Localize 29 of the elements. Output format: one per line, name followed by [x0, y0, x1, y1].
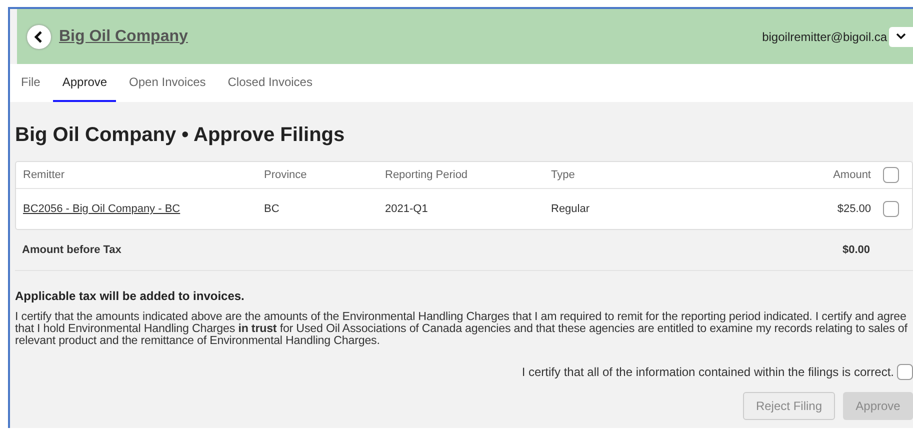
total-amount: $0.00	[841, 244, 870, 256]
select-all-checkbox[interactable]	[883, 167, 899, 183]
column-header: Province	[264, 169, 308, 181]
row-checkbox[interactable]	[883, 201, 899, 217]
company-title-link[interactable]: Big Oil Company	[59, 28, 188, 46]
nav-tab[interactable]: Closed Invoices	[218, 64, 322, 102]
user-email: bigoilremitter@bigoil.ca	[762, 30, 887, 44]
nav-tab[interactable]: File	[12, 64, 50, 102]
confirm-label: I certify that all of the information contained within the filings is correct.	[522, 365, 894, 379]
chevron-left-icon	[34, 30, 44, 42]
remitter-link[interactable]: BC2056 - Big Oil Company - BC	[23, 203, 264, 215]
nav-tab[interactable]: Approve	[53, 64, 116, 102]
column-header: Type	[551, 169, 576, 181]
back-button[interactable]	[27, 24, 51, 48]
column-header: Reporting Period	[385, 169, 469, 181]
column-header: Amount	[832, 169, 871, 181]
tax-note: Applicable tax will be added to invoices.	[15, 289, 246, 303]
chevron-down-icon	[896, 33, 906, 40]
column-header: Remitter	[23, 169, 66, 181]
page-title: Big Oil Company • Approve Filings	[15, 124, 346, 147]
confirm-checkbox[interactable]	[897, 364, 913, 380]
certification-text: I certify that the amounts indicated above are the amounts of the Environmental Handling Charges that I am required to remit for the reporting period indicated. I certify and agree that I hold Environmental Handling Charges in trust for Used Oil Associations of Canada agencies and that these agencies are entitled to examine my records relating to sales of relevant product and the remittance of Environmental Handling Charges.	[15, 311, 908, 347]
user-menu-button[interactable]	[889, 26, 913, 46]
total-label: Amount before Tax	[22, 244, 122, 256]
table-cell-text: 2021-Q1	[385, 203, 429, 215]
table-cell-text: $25.00	[836, 203, 871, 215]
table-cell-text: BC	[264, 203, 280, 215]
table-cell-text: Regular	[551, 203, 591, 215]
nav-tab[interactable]: Open Invoices	[120, 64, 215, 102]
